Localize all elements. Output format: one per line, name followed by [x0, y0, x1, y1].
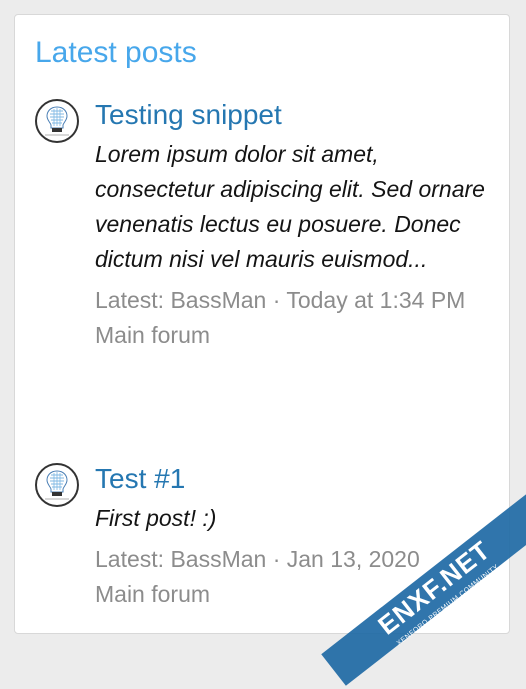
forum-link[interactable]: Main forum — [95, 318, 495, 353]
avatar[interactable] — [35, 99, 79, 143]
forum-link[interactable]: Main forum — [95, 577, 495, 612]
lightbulb-icon — [37, 465, 77, 505]
post-snippet: First post! :) — [95, 501, 495, 536]
username-link[interactable]: BassMan — [170, 546, 266, 572]
post-title-link[interactable]: Test #1 — [95, 461, 495, 497]
meta-separator: · — [266, 287, 286, 313]
username-link[interactable]: BassMan — [170, 287, 266, 313]
post-snippet: Lorem ipsum dolor sit amet, consectetur … — [95, 137, 495, 277]
latest-posts-widget: Latest posts Testing snippet Lorem ipsum… — [14, 14, 510, 634]
latest-prefix: Latest: — [95, 546, 170, 572]
lightbulb-icon — [37, 101, 77, 141]
avatar[interactable] — [35, 463, 79, 507]
post-body: Testing snippet Lorem ipsum dolor sit am… — [95, 97, 495, 353]
post-title-link[interactable]: Testing snippet — [95, 97, 495, 133]
post-time[interactable]: Today at 1:34 PM — [286, 287, 465, 313]
post-time[interactable]: Jan 13, 2020 — [287, 546, 420, 572]
post-body: Test #1 First post! :) Latest: BassMan ·… — [95, 461, 495, 612]
post-meta: Latest: BassMan · Jan 13, 2020 — [95, 542, 495, 577]
post-meta: Latest: BassMan · Today at 1:34 PM — [95, 283, 495, 318]
widget-title[interactable]: Latest posts — [35, 33, 197, 73]
meta-separator: · — [266, 546, 286, 572]
latest-prefix: Latest: — [95, 287, 170, 313]
